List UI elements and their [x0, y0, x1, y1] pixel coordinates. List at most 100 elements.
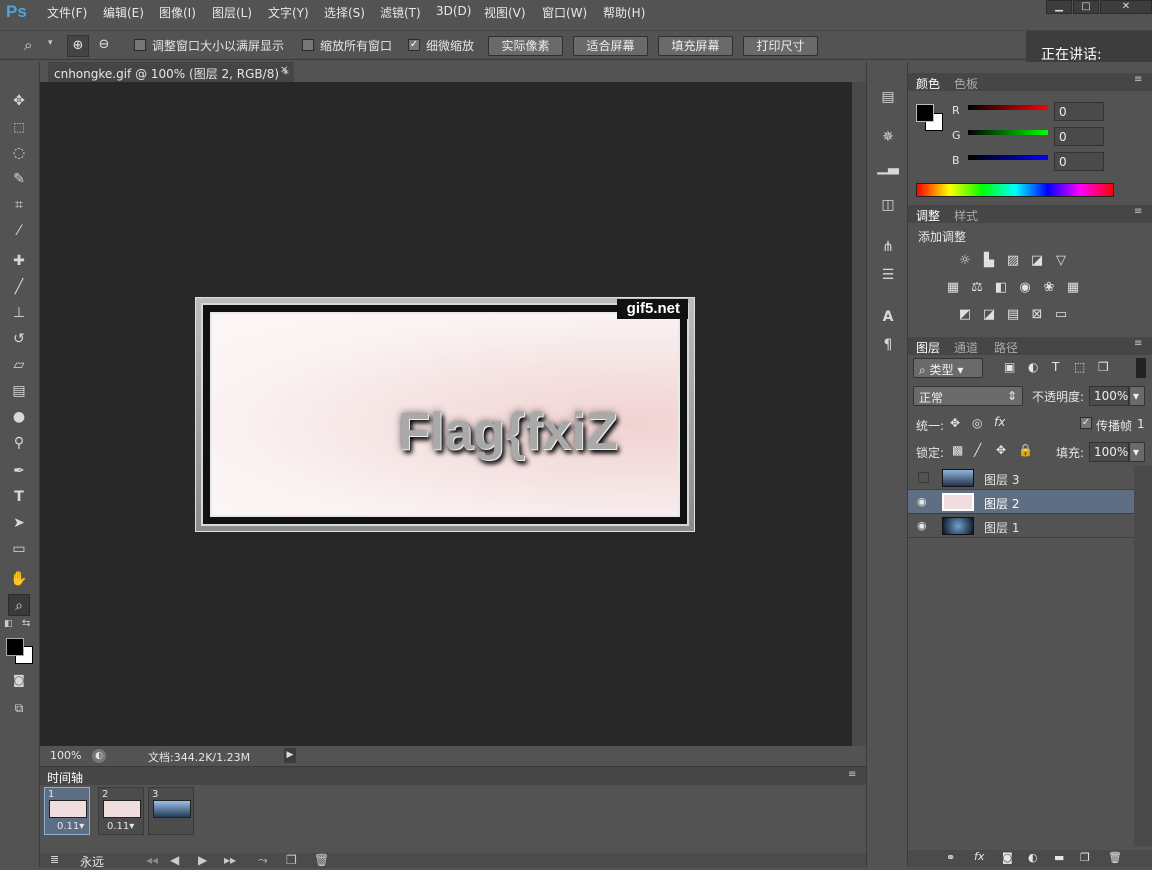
default-colors-icon[interactable]: ◧ — [4, 619, 13, 629]
layer-name[interactable]: 图层 1 — [984, 519, 1019, 536]
layer-mask-icon[interactable]: ◙ — [1002, 851, 1013, 864]
frame-2[interactable]: 2 0.11▾ — [98, 787, 144, 835]
frame-delay[interactable]: 0.11▾ — [107, 821, 134, 832]
frame-delay[interactable]: 0.11▾ — [57, 821, 84, 832]
menu-view[interactable]: 视图(V) — [484, 4, 526, 21]
type-filter-icon[interactable]: T — [1052, 360, 1059, 374]
layer-style-icon[interactable]: fx — [974, 850, 984, 863]
marquee-tool-icon[interactable]: ⬚ — [8, 116, 30, 138]
maximize-button[interactable]: □ — [1073, 0, 1099, 14]
zoom-out-icon[interactable]: ⊖ — [94, 35, 114, 57]
screen-mode-icon[interactable]: ⧉ — [8, 697, 30, 719]
type-tool-icon[interactable]: T — [8, 486, 30, 508]
menu-layer[interactable]: 图层(L) — [212, 4, 252, 21]
histogram-panel-icon[interactable]: ▁▃ — [877, 156, 899, 178]
gradient-map-icon[interactable]: ▭ — [1052, 307, 1070, 323]
minimize-button[interactable]: ▁ — [1046, 0, 1072, 14]
propagate-checkbox[interactable]: ✓ — [1080, 417, 1092, 429]
tab-channels[interactable]: 通道 — [954, 339, 978, 356]
tab-styles[interactable]: 样式 — [954, 207, 978, 224]
stamp-tool-icon[interactable]: ⊥ — [8, 302, 30, 324]
tab-paths[interactable]: 路径 — [994, 339, 1018, 356]
lock-position-icon[interactable]: ✥ — [996, 443, 1006, 457]
zoom-tool-icon[interactable]: ⌕ — [8, 594, 30, 616]
first-frame-icon[interactable]: ◂◂ — [146, 853, 158, 867]
panel-menu-icon[interactable]: ≡ — [1134, 338, 1142, 349]
close-tab-icon[interactable]: ✕ — [280, 65, 288, 76]
document-tab[interactable]: cnhongke.gif @ 100% (图层 2, RGB/8) * ✕ — [48, 62, 294, 82]
lasso-tool-icon[interactable]: ◌ — [8, 142, 30, 164]
document-image[interactable]: Flag{fxiZ gif5.net — [195, 297, 695, 532]
status-menu-arrow-icon[interactable]: ▶ — [284, 748, 296, 763]
menu-image[interactable]: 图像(I) — [159, 4, 196, 21]
blur-tool-icon[interactable]: ● — [8, 406, 30, 428]
zoom-level[interactable]: 100% — [50, 749, 81, 762]
eye-icon[interactable]: ◉ — [917, 519, 927, 532]
zoom-all-checkbox[interactable] — [302, 39, 314, 51]
tab-layers[interactable]: 图层 — [916, 339, 940, 356]
eye-icon[interactable]: ◉ — [917, 495, 927, 508]
shape-filter-icon[interactable]: ⬚ — [1074, 360, 1085, 374]
panel-menu-icon[interactable]: ≡ — [848, 769, 856, 780]
loop-select[interactable]: 永远 — [80, 853, 104, 870]
filter-toggle[interactable] — [1136, 358, 1146, 378]
exposure-icon[interactable]: ◪ — [1028, 253, 1046, 269]
foreground-color-swatch[interactable] — [6, 638, 24, 656]
invert-icon[interactable]: ◩ — [956, 307, 974, 323]
g-input[interactable]: 0 — [1054, 127, 1104, 146]
vibrance-icon[interactable]: ▽ — [1052, 253, 1070, 269]
tab-swatches[interactable]: 色板 — [954, 75, 978, 92]
levels-icon[interactable]: ▙ — [980, 253, 998, 269]
layer-row[interactable]: ◉ 图层 1 — [908, 514, 1134, 538]
gradient-tool-icon[interactable]: ▤ — [8, 380, 30, 402]
eyedropper-tool-icon[interactable]: ⁄ — [8, 220, 30, 242]
opacity-input[interactable]: 100% — [1089, 386, 1129, 406]
history-panel-icon[interactable]: ▤ — [877, 86, 899, 108]
unify-visibility-icon[interactable]: ◎ — [972, 416, 982, 430]
3d-panel-icon[interactable]: ◫ — [877, 194, 899, 216]
color-ramp[interactable] — [916, 183, 1114, 197]
threshold-icon[interactable]: ▤ — [1004, 307, 1022, 323]
move-tool-icon[interactable]: ✥ — [8, 90, 30, 112]
menu-edit[interactable]: 编辑(E) — [103, 4, 144, 21]
frame-1[interactable]: 1 0.11▾ — [44, 787, 90, 835]
fill-input[interactable]: 100% — [1089, 442, 1129, 462]
selective-color-icon[interactable]: ⊠ — [1028, 307, 1046, 323]
play-icon[interactable]: ▶ — [198, 853, 207, 867]
posterize-icon[interactable]: ◪ — [980, 307, 998, 323]
brush-panel-icon[interactable]: ⋔ — [877, 236, 899, 258]
quick-mask-icon[interactable]: ◙ — [8, 669, 30, 691]
brush-tool-icon[interactable]: ╱ — [8, 276, 30, 298]
healing-brush-tool-icon[interactable]: ✚ — [8, 250, 30, 272]
menu-file[interactable]: 文件(F) — [47, 4, 87, 21]
color-balance-icon[interactable]: ⚖ — [968, 280, 986, 296]
smart-object-filter-icon[interactable]: ❒ — [1098, 360, 1109, 374]
pen-tool-icon[interactable]: ✒ — [8, 460, 30, 482]
zoom-tool-icon[interactable]: ⌕ — [24, 36, 32, 54]
layers-scrollbar[interactable] — [1134, 466, 1152, 846]
hand-tool-icon[interactable]: ✋ — [8, 568, 30, 590]
layer-row[interactable]: ◉ 图层 2 — [908, 490, 1134, 514]
quick-select-tool-icon[interactable]: ✎ — [8, 168, 30, 190]
history-brush-tool-icon[interactable]: ↺ — [8, 328, 30, 350]
g-slider[interactable] — [968, 130, 1048, 135]
crop-tool-icon[interactable]: ⌗ — [8, 194, 30, 216]
timeline-menu-icon[interactable]: ≣ — [50, 853, 59, 866]
new-frame-icon[interactable]: ❐ — [286, 853, 297, 867]
menu-help[interactable]: 帮助(H) — [603, 4, 645, 21]
tab-adjustments[interactable]: 调整 — [916, 207, 940, 224]
menu-window[interactable]: 窗口(W) — [542, 4, 587, 21]
channel-mixer-icon[interactable]: ❀ — [1040, 280, 1058, 296]
scrubby-checkbox[interactable]: ✓ — [408, 39, 420, 51]
canvas-area[interactable]: Flag{fxiZ gif5.net — [40, 82, 852, 746]
zoom-in-icon[interactable]: ⊕ — [67, 35, 89, 57]
unify-position-icon[interactable]: ✥ — [950, 416, 960, 430]
fill-dropdown[interactable]: ▾ — [1129, 442, 1145, 462]
foreground-color-swatch[interactable] — [916, 104, 934, 122]
r-slider[interactable] — [968, 105, 1048, 110]
visibility-toggle[interactable] — [918, 472, 929, 483]
menu-3d[interactable]: 3D(D) — [436, 4, 471, 18]
tween-icon[interactable]: ⤳ — [258, 853, 268, 868]
lock-all-icon[interactable]: 🔒 — [1018, 443, 1033, 457]
filter-kind-select[interactable]: ⌕ 类型 ▾ — [913, 358, 983, 378]
